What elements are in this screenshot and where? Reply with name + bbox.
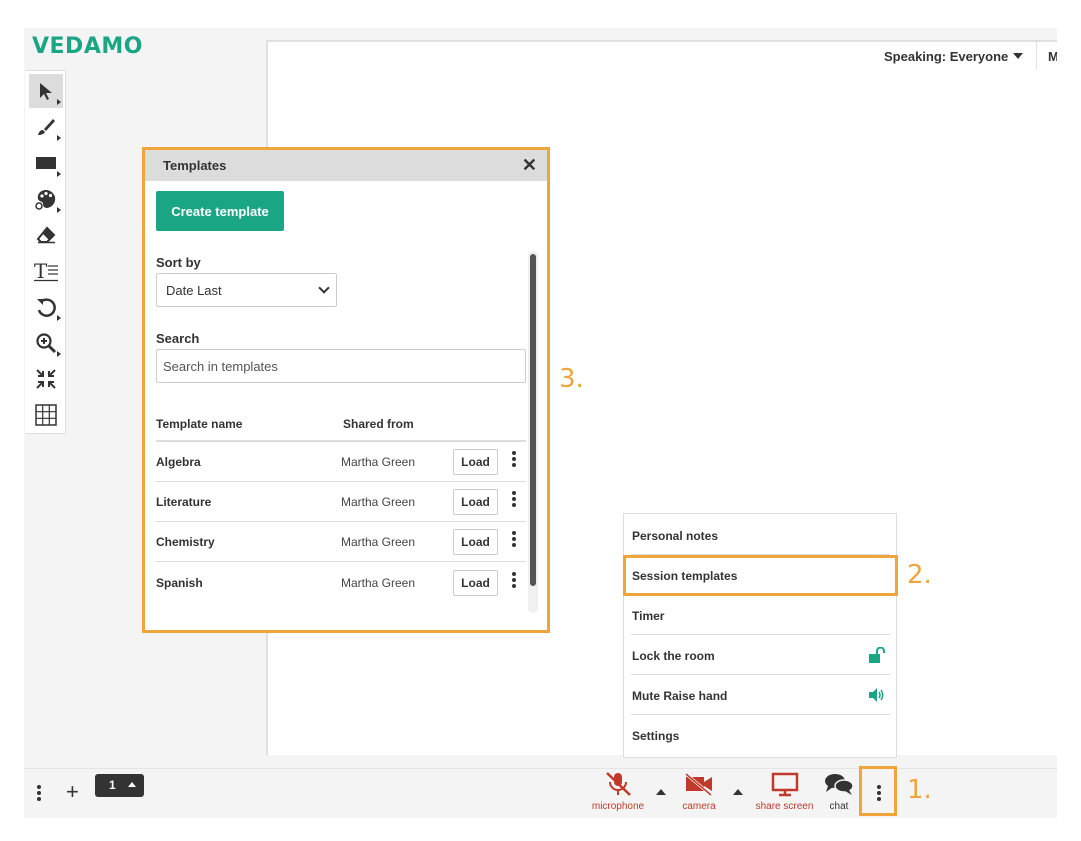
menu-item-mute-raise-hand[interactable]: Mute Raise hand xyxy=(631,675,890,715)
close-icon[interactable]: ✕ xyxy=(522,156,537,174)
load-button[interactable]: Load xyxy=(453,529,498,555)
drawing-toolbar: T xyxy=(25,70,66,434)
text-icon[interactable]: T xyxy=(29,254,63,288)
brush-icon[interactable] xyxy=(29,110,63,144)
caret-up-icon[interactable] xyxy=(656,789,666,795)
more-options-icon[interactable] xyxy=(508,572,520,594)
load-button[interactable]: Load xyxy=(453,489,498,515)
table-row: Chemistry Martha Green Load xyxy=(156,522,526,562)
cut-off-label: M xyxy=(1048,49,1057,64)
more-options-icon[interactable] xyxy=(508,491,520,513)
more-vertical-icon[interactable] xyxy=(36,785,42,803)
menu-item-personal-notes[interactable]: Personal notes xyxy=(631,515,890,555)
add-page-button[interactable]: + xyxy=(66,779,79,805)
shared-from: Martha Green xyxy=(341,455,416,469)
menu-item-lock-room[interactable]: Lock the room xyxy=(631,635,890,675)
menu-item-label: Session templates xyxy=(632,569,738,583)
shared-from: Martha Green xyxy=(341,495,416,509)
svg-text:T: T xyxy=(34,260,48,282)
share-screen-button[interactable]: share screen xyxy=(752,771,817,812)
speaker-icon xyxy=(868,687,886,707)
share-screen-label: share screen xyxy=(755,801,814,812)
menu-item-settings[interactable]: Settings xyxy=(631,715,890,755)
shared-from: Martha Green xyxy=(341,576,416,590)
microphone-label: microphone xyxy=(591,801,645,812)
eraser-icon[interactable] xyxy=(29,218,63,252)
chevron-down-icon xyxy=(318,282,330,294)
camera-label: camera xyxy=(682,801,716,812)
step-2-label: 2. xyxy=(907,560,932,590)
shared-from: Martha Green xyxy=(341,535,416,549)
scrollbar-thumb[interactable] xyxy=(530,254,536,586)
more-options-icon[interactable] xyxy=(508,451,520,473)
column-header-name: Template name xyxy=(156,417,243,431)
zoom-icon[interactable] xyxy=(29,326,63,360)
chat-button[interactable]: chat xyxy=(821,771,857,812)
menu-item-label: Lock the room xyxy=(632,649,715,663)
microphone-button[interactable]: microphone xyxy=(588,771,648,812)
template-name: Chemistry xyxy=(156,535,215,549)
bottom-bar: + 1 microphone camera share screen chat xyxy=(24,766,1057,818)
template-name: Literature xyxy=(156,495,212,509)
page-selector[interactable]: 1 xyxy=(95,774,144,797)
palette-icon[interactable] xyxy=(29,182,63,216)
menu-item-label: Mute Raise hand xyxy=(632,689,728,703)
camera-off-icon xyxy=(685,772,712,797)
speaking-label: Speaking: Everyone xyxy=(884,49,1009,64)
fit-icon[interactable] xyxy=(29,362,63,396)
templates-title: Templates xyxy=(163,158,227,173)
grid-icon[interactable] xyxy=(29,398,63,432)
rectangle-icon[interactable] xyxy=(29,146,63,180)
create-template-button[interactable]: Create template xyxy=(156,191,284,231)
camera-button[interactable]: camera xyxy=(676,771,722,812)
scrollbar[interactable] xyxy=(528,251,538,613)
table-row: Literature Martha Green Load xyxy=(156,482,526,522)
unlock-icon xyxy=(868,646,886,667)
more-options-button[interactable] xyxy=(859,766,897,816)
templates-panel: Templates ✕ Create template Sort by Date… xyxy=(142,147,550,633)
column-header-shared: Shared from xyxy=(343,417,414,431)
menu-item-timer[interactable]: Timer xyxy=(631,595,890,635)
step-1-label: 1. xyxy=(907,775,932,805)
more-options-icon[interactable] xyxy=(508,531,520,553)
speaking-dropdown[interactable]: Speaking: Everyone xyxy=(884,49,1024,64)
template-name: Algebra xyxy=(156,455,201,469)
step-3-label: 3. xyxy=(559,364,584,394)
undo-icon[interactable] xyxy=(29,290,63,324)
sort-select[interactable]: Date Last xyxy=(156,273,337,307)
caret-down-icon xyxy=(1013,53,1024,59)
page-number: 1 xyxy=(109,778,116,792)
menu-item-label: Personal notes xyxy=(632,529,719,543)
sort-label: Sort by xyxy=(156,255,201,270)
pointer-icon[interactable] xyxy=(29,74,63,108)
caret-up-icon[interactable] xyxy=(733,789,743,795)
templates-header: Templates ✕ xyxy=(145,150,547,181)
menu-item-label: Settings xyxy=(632,729,680,743)
menu-item-session-templates[interactable]: Session templates xyxy=(623,555,898,596)
sort-value: Date Last xyxy=(166,283,222,298)
table-row: Spanish Martha Green Load xyxy=(156,563,526,603)
load-button[interactable]: Load xyxy=(453,570,498,596)
vedamo-logo: VEDAMO xyxy=(32,34,143,59)
microphone-muted-icon xyxy=(606,772,631,796)
caret-up-icon xyxy=(128,782,136,787)
chat-icon xyxy=(825,774,854,795)
monitor-icon xyxy=(771,772,798,797)
chat-label: chat xyxy=(829,801,849,812)
menu-item-label: Timer xyxy=(632,609,665,623)
divider xyxy=(1036,42,1037,70)
more-vertical-icon xyxy=(876,785,882,803)
search-label: Search xyxy=(156,331,200,346)
template-name: Spanish xyxy=(156,576,203,590)
search-input[interactable]: Search in templates xyxy=(156,349,526,383)
table-row: Algebra Martha Green Load xyxy=(156,442,526,482)
load-button[interactable]: Load xyxy=(453,449,498,475)
more-options-menu: Personal notes Session templates Timer L… xyxy=(623,513,898,758)
